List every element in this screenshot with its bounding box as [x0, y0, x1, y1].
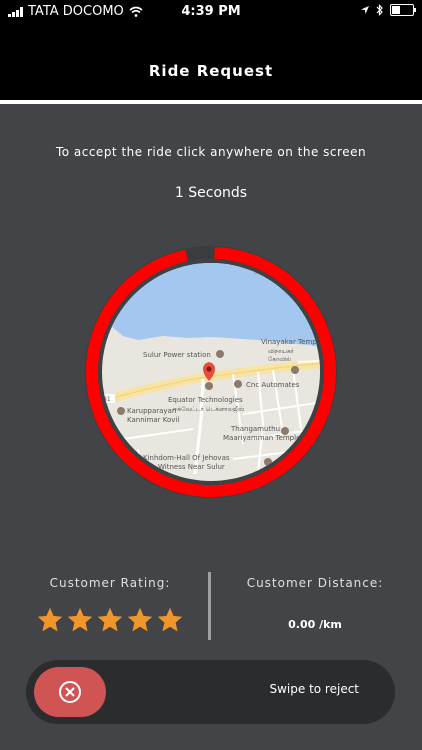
map-label-kinhdom2: Witness Near Sulur — [158, 463, 225, 471]
map-label-power-station: Sulur Power station — [143, 351, 211, 359]
battery-icon — [390, 4, 416, 16]
star-icon — [37, 607, 63, 632]
kovil-icon — [117, 407, 125, 415]
map-label-karuppa2: Kannimar Kovil — [127, 416, 179, 424]
map-label-karuppa1: Karupparayan — [127, 407, 176, 415]
reject-knob[interactable] — [34, 667, 106, 717]
map-svg: 81 Su Sulur Power station Vinayakar Temp… — [85, 246, 337, 498]
customer-distance-label: Customer Distance: — [246, 576, 384, 590]
map-label-kinhdom1: Kinhdom-Hall Of Jehovas — [143, 454, 230, 462]
map-label-equator: Equator Technologies — [168, 396, 243, 404]
star-icon — [157, 607, 183, 632]
map-label-thanga2: Maariyamman Temple — [223, 434, 300, 442]
star-icon — [97, 607, 123, 632]
power-station-icon — [216, 350, 224, 358]
customer-rating-label: Customer Rating: — [49, 576, 171, 590]
customer-distance-value: 0.00 /km — [288, 618, 342, 631]
temple-icon — [291, 366, 299, 374]
map-label-thanga1: Thangamuthu — [230, 425, 280, 433]
swipe-reject-label: Swipe to reject — [269, 682, 359, 696]
stats-divider — [208, 572, 211, 640]
map-label-vinayakar-ta1: விநாயகர் — [268, 348, 295, 355]
bluetooth-icon — [376, 4, 383, 16]
close-circle-icon — [59, 681, 81, 703]
accept-instruction: To accept the ride click anywhere on the… — [55, 145, 367, 159]
star-icon — [67, 607, 93, 632]
map-tiles: 81 Su Sulur Power station Vinayakar Temp… — [102, 263, 323, 481]
swipe-reject-track[interactable]: Swipe to reject — [26, 660, 395, 724]
status-bar: TATA DOCOMO 4:39 PM — [0, 0, 422, 24]
app-header: Ride Request — [0, 24, 422, 100]
map-label-equator-ta: ஈக்வேட்டர் டெக்னாலஜீஸ் — [173, 406, 245, 413]
map-label-cnc: Cnc Automates — [246, 381, 300, 389]
page-title: Ride Request — [148, 62, 274, 80]
ride-map[interactable]: 81 Su Sulur Power station Vinayakar Temp… — [83, 244, 339, 500]
location-arrow-icon — [361, 6, 369, 14]
customer-stats: Customer Rating: Customer Distance: 0.00… — [0, 572, 422, 642]
countdown-timer: 1 Seconds — [174, 185, 248, 201]
mariyamman-icon — [281, 427, 289, 435]
status-time: 4:39 PM — [181, 4, 241, 19]
header-divider — [0, 100, 422, 104]
rating-stars — [36, 606, 184, 634]
cnc-icon — [234, 380, 242, 388]
star-icon — [127, 607, 153, 632]
map-label-vinayakar-ta2: கோவில் — [268, 356, 291, 363]
map-label-vinayakar: Vinayakar Temple — [261, 338, 323, 346]
status-right — [360, 4, 416, 16]
